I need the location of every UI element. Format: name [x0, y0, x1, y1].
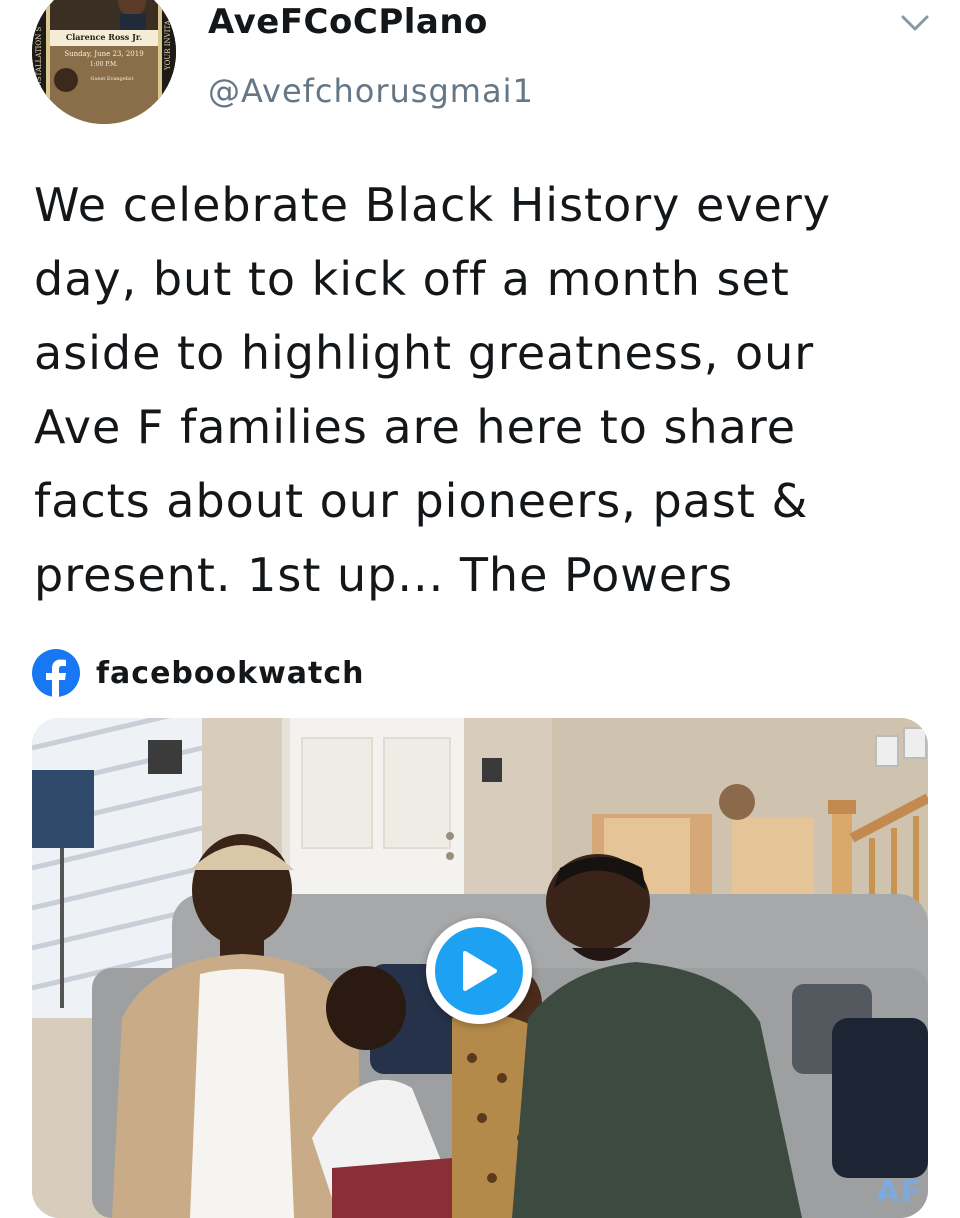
- avatar-caption-time: 1:00 P.M.: [90, 61, 118, 68]
- facebook-icon: [32, 649, 80, 697]
- avatar-caption-guest: Guest Evangelist: [91, 76, 134, 82]
- play-button[interactable]: [426, 918, 532, 1024]
- tweet-text: We celebrate Black History every day, bu…: [34, 168, 914, 612]
- avatar-image: Clarence Ross Jr. Sunday, June 23, 2019 …: [32, 0, 176, 124]
- avatar-side-right: YOUR INVITA: [164, 19, 172, 71]
- card-source[interactable]: facebookwatch: [32, 648, 365, 698]
- tweet-header: Clarence Ross Jr. Sunday, June 23, 2019 …: [0, 0, 960, 140]
- play-icon: [435, 927, 523, 1015]
- display-name[interactable]: AveFCoCPlano: [208, 2, 488, 42]
- tweet-line: aside to highlight greatness, our: [34, 326, 815, 380]
- tweet-line: present. 1st up... The Powers: [34, 548, 734, 602]
- user-handle[interactable]: @Avefchorusgmai1: [208, 72, 534, 110]
- source-label[interactable]: facebookwatch: [96, 656, 365, 691]
- avatar-caption-date: Sunday, June 23, 2019: [64, 50, 143, 58]
- tweet-line: We celebrate Black History every: [34, 178, 831, 232]
- tweet-line: facts about our pioneers, past &: [34, 474, 809, 528]
- chevron-down-icon[interactable]: [898, 6, 932, 40]
- avatar-side-left: INSTALLATION S: [35, 26, 43, 90]
- tweet-line: day, but to kick off a month set: [34, 252, 790, 306]
- tweet-line: Ave F families are here to share: [34, 400, 797, 454]
- video-thumbnail[interactable]: AF: [32, 718, 928, 1218]
- video-watermark: AF: [876, 1175, 922, 1210]
- avatar[interactable]: Clarence Ross Jr. Sunday, June 23, 2019 …: [32, 0, 176, 124]
- avatar-caption-name: Clarence Ross Jr.: [66, 32, 143, 42]
